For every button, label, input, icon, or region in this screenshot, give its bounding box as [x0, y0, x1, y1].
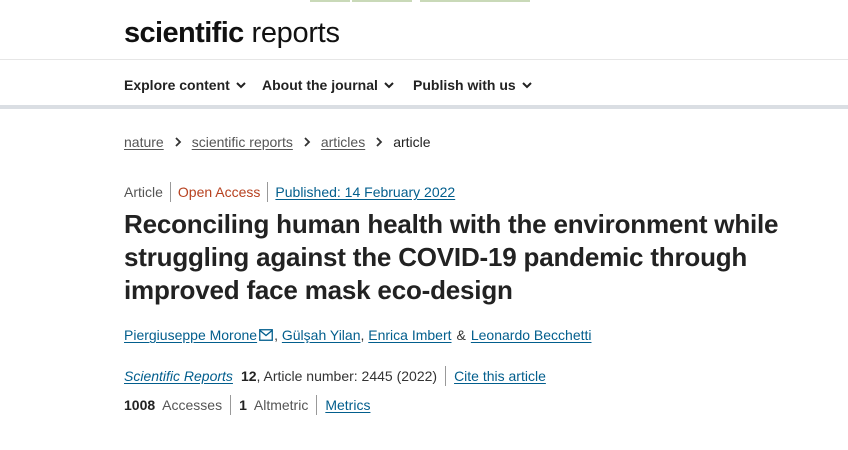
- altmetric-count: 1: [239, 397, 247, 413]
- journal-link[interactable]: Scientific Reports: [124, 368, 233, 384]
- meta-divider: [267, 182, 269, 202]
- article-type: Article: [124, 184, 163, 200]
- author-link[interactable]: Gülşah Yilan: [282, 327, 361, 343]
- journal-logo[interactable]: scientific reports: [124, 16, 340, 50]
- metrics-divider: [230, 395, 232, 415]
- nav-explore-content[interactable]: Explore content: [124, 77, 247, 93]
- chevron-down-icon: [521, 82, 532, 89]
- logo-bold-text: scientific: [124, 17, 244, 49]
- author-link[interactable]: Leonardo Becchetti: [471, 327, 592, 343]
- nav-publish-with-us[interactable]: Publish with us: [413, 77, 533, 93]
- breadcrumb-current: article: [393, 134, 431, 150]
- open-access-label: Open Access: [177, 184, 261, 200]
- metrics-divider: [316, 395, 318, 415]
- chevron-right-icon: [304, 137, 311, 147]
- nav-item-label: Explore content: [124, 77, 230, 93]
- cite-divider: [445, 366, 447, 386]
- site-header: scientific reports: [0, 0, 848, 60]
- article-title: Reconciling human health with the enviro…: [124, 209, 779, 305]
- nav-item-label: Publish with us: [413, 77, 516, 93]
- author-ampersand: &: [456, 327, 466, 343]
- metrics-row: 1008 Accesses 1 Altmetric Metrics: [124, 395, 370, 415]
- envelope-icon[interactable]: [259, 329, 273, 341]
- author-link[interactable]: Enrica Imbert: [368, 327, 451, 343]
- citation-row: Scientific Reports 12 , Article number: …: [124, 366, 546, 386]
- cite-this-article-link[interactable]: Cite this article: [454, 368, 546, 384]
- author-link[interactable]: Piergiuseppe Morone: [124, 327, 257, 343]
- main-navigation: Explore content About the journal Publis…: [0, 60, 848, 109]
- chevron-right-icon: [376, 137, 383, 147]
- chevron-down-icon: [384, 82, 394, 89]
- published-date-link[interactable]: Published: 14 February 2022: [275, 184, 455, 200]
- metrics-link[interactable]: Metrics: [325, 397, 370, 413]
- chevron-right-icon: [175, 137, 181, 147]
- article-number: , Article number: 2445 (2022): [256, 368, 438, 384]
- volume-number: 12: [240, 368, 257, 384]
- breadcrumb-link-articles[interactable]: articles: [321, 134, 365, 150]
- altmetric-label: Altmetric: [253, 397, 309, 413]
- accesses-count: 1008: [124, 397, 156, 413]
- breadcrumb-link-scientific-reports[interactable]: scientific reports: [192, 134, 293, 150]
- author-separator: ,: [274, 327, 278, 343]
- logo-light-text: reports: [251, 17, 340, 49]
- meta-divider: [169, 182, 171, 202]
- chevron-down-icon: [236, 82, 246, 89]
- nav-item-label: About the journal: [262, 77, 378, 93]
- breadcrumb: nature scientific reports articles artic…: [124, 132, 431, 152]
- author-separator: ,: [360, 327, 365, 343]
- accesses-label: Accesses: [162, 397, 223, 413]
- article-meta: Article Open Access Published: 14 Februa…: [124, 182, 455, 202]
- breadcrumb-link-nature[interactable]: nature: [124, 134, 164, 150]
- author-list: Piergiuseppe Morone , Gülşah Yilan , Enr…: [124, 325, 592, 345]
- nav-about-the-journal[interactable]: About the journal: [262, 77, 395, 93]
